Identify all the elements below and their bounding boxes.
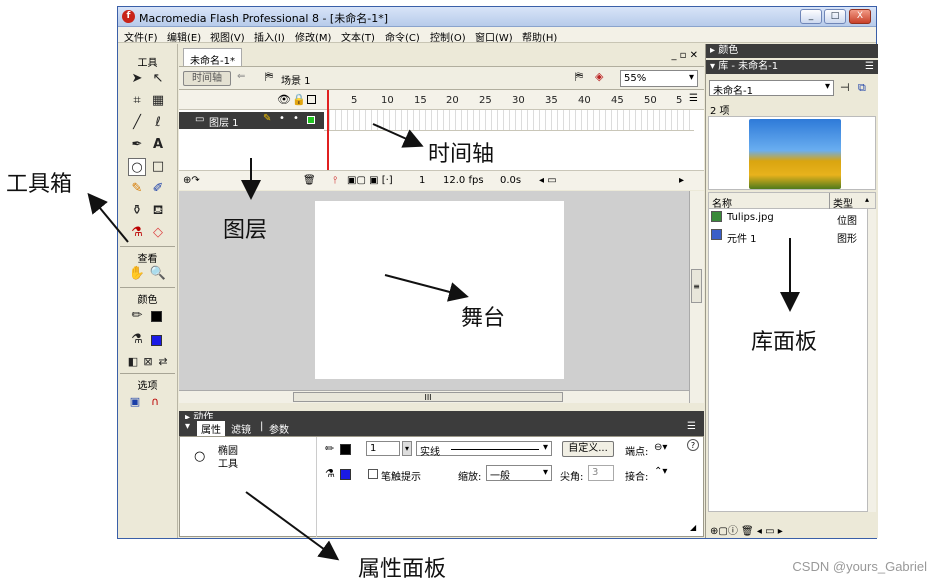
stage-arrow: [384, 274, 469, 302]
toolbox-arrow: [87, 192, 129, 243]
annotation-arrows: [87, 123, 800, 561]
timeline-arrow: [372, 123, 424, 148]
screenshot-root: f Macromedia Flash Professional 8 - [未命名…: [0, 0, 933, 580]
properties-arrow: [245, 491, 340, 561]
watermark: CSDN @yours_Gabriel: [792, 559, 927, 574]
